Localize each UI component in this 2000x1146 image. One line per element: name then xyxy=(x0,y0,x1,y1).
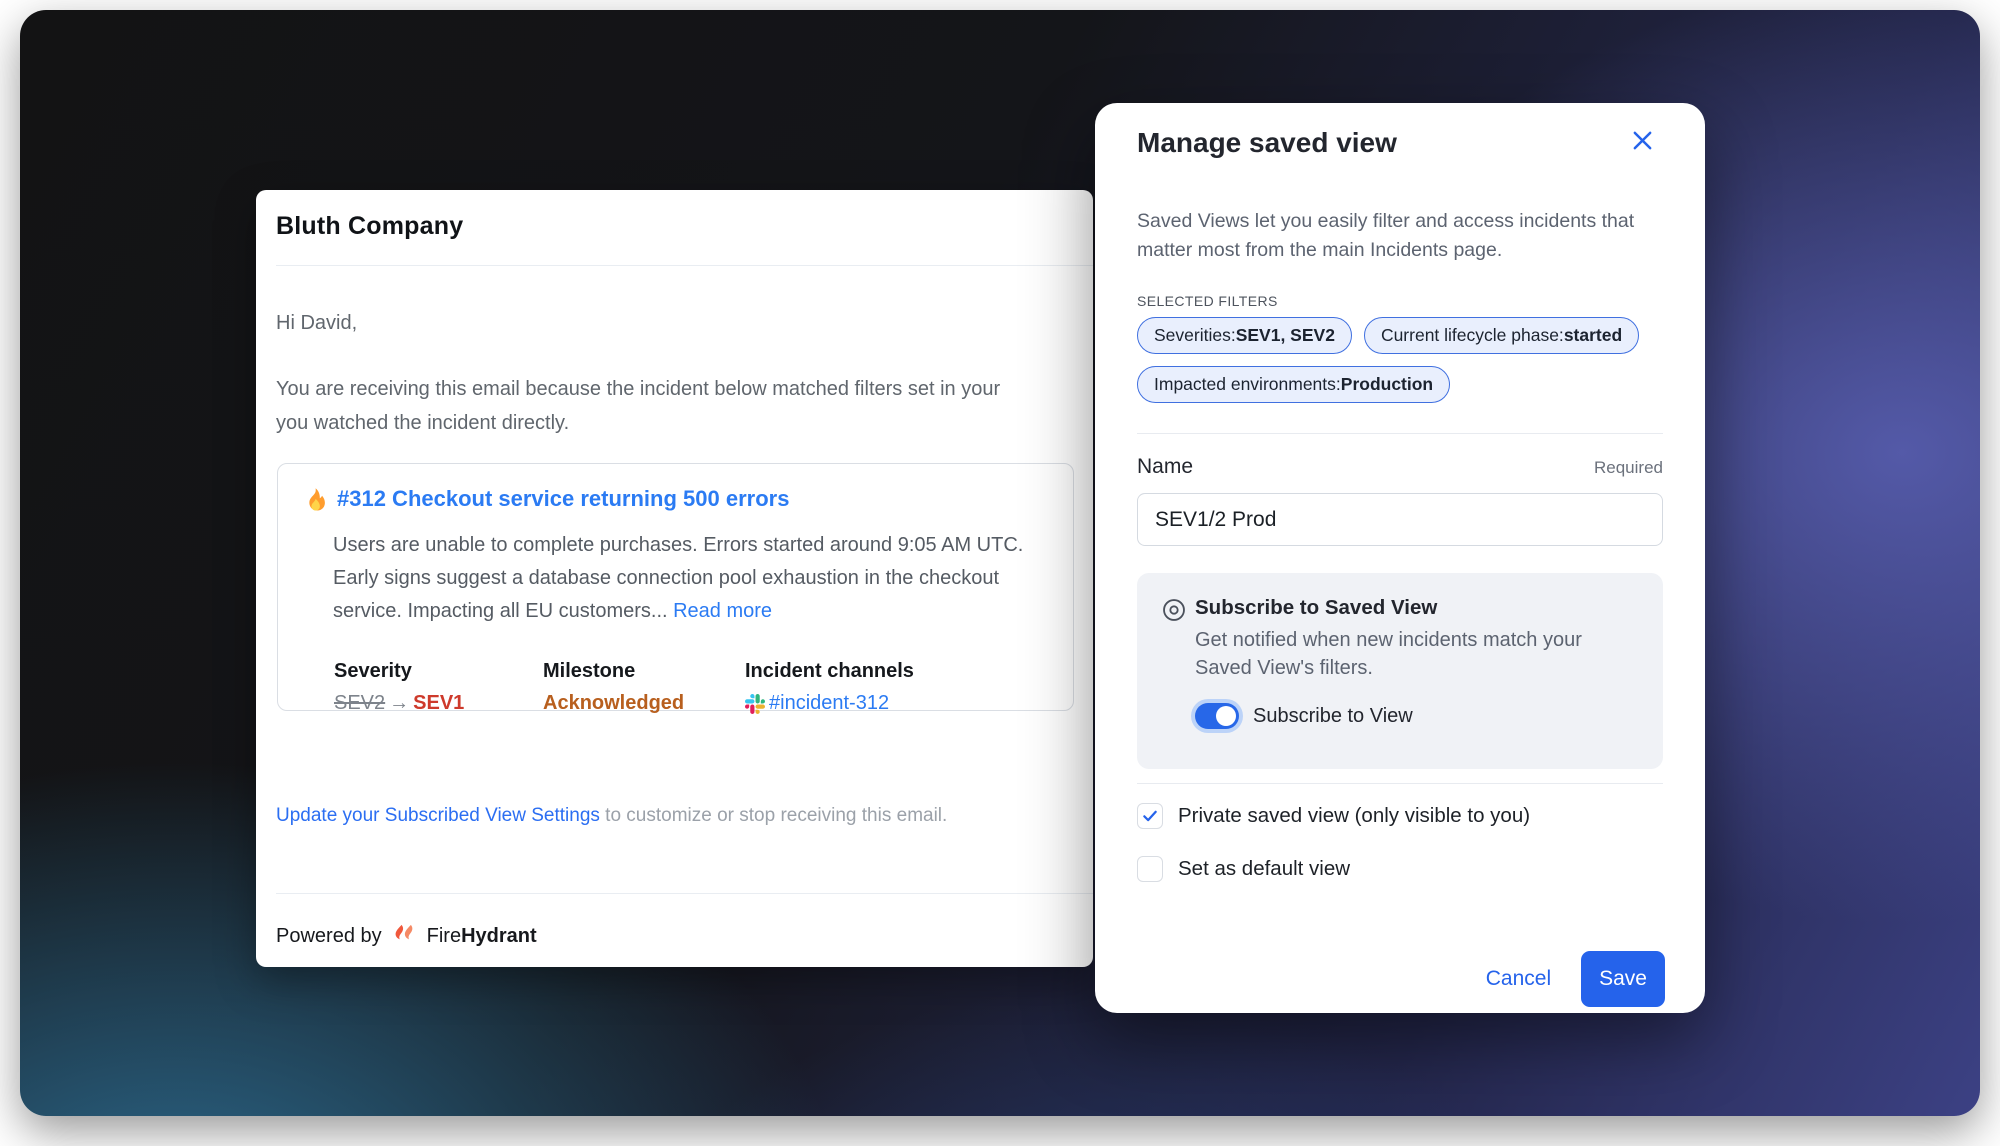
slack-icon xyxy=(745,694,765,714)
intro-text: You are receiving this email because the… xyxy=(276,372,1000,440)
selected-filters-list: Severities: SEV1, SEV2 Current lifecycle… xyxy=(1137,317,1672,403)
settings-note-text: Update your Subscribed View Settings to … xyxy=(276,805,947,827)
filter-pill-environments: Impacted environments: Production xyxy=(1137,366,1450,403)
filter-pill-label: Severities: xyxy=(1154,325,1236,346)
severity-old-value: SEV2 xyxy=(334,692,385,714)
modal-title: Manage saved view xyxy=(1137,127,1397,159)
modal-section-divider xyxy=(1137,783,1663,784)
severity-header: Severity xyxy=(334,660,543,683)
subscribe-title: Subscribe to Saved View xyxy=(1195,596,1437,620)
severity-arrow: → xyxy=(385,692,413,714)
x-icon xyxy=(1631,129,1654,152)
checkmark-icon xyxy=(1141,807,1159,825)
incident-description: Users are unable to complete purchases. … xyxy=(333,529,1033,628)
firehydrant-brand: FireHydrant xyxy=(427,925,537,948)
modal-section-divider xyxy=(1137,433,1663,434)
close-button[interactable] xyxy=(1627,125,1657,155)
powered-by-label: Powered by xyxy=(276,925,382,948)
filter-pill-severities: Severities: SEV1, SEV2 xyxy=(1137,317,1352,354)
milestone-header: Milestone xyxy=(543,660,745,683)
name-input[interactable] xyxy=(1137,493,1663,546)
email-header-divider xyxy=(276,265,1093,266)
powered-by-row: Powered by FireHydrant xyxy=(276,923,537,950)
private-view-checkbox[interactable] xyxy=(1137,803,1163,829)
greeting-text: Hi David, xyxy=(276,312,357,335)
selected-filters-label: SELECTED FILTERS xyxy=(1137,293,1278,309)
company-name: Bluth Company xyxy=(276,212,463,241)
flame-emoji-icon xyxy=(303,487,328,512)
severity-new-value: SEV1 xyxy=(413,692,464,714)
firehydrant-flame-icon xyxy=(391,923,418,950)
cancel-button[interactable]: Cancel xyxy=(1486,967,1551,991)
read-more-link[interactable]: Read more xyxy=(673,600,772,622)
required-label: Required xyxy=(1594,458,1663,478)
severity-column: Severity SEV2→SEV1 xyxy=(334,660,543,720)
incident-channel-link[interactable]: #incident-312 xyxy=(745,692,889,715)
subscribe-toggle-label: Subscribe to View xyxy=(1253,705,1413,728)
incident-card: #312 Checkout service returning 500 erro… xyxy=(277,463,1074,711)
default-view-label: Set as default view xyxy=(1178,857,1350,881)
save-button[interactable]: Save xyxy=(1581,951,1665,1007)
modal-description: Saved Views let you easily filter and ac… xyxy=(1137,207,1667,265)
filter-pill-value: started xyxy=(1564,325,1622,346)
incident-title-link[interactable]: #312 Checkout service returning 500 erro… xyxy=(337,486,789,512)
subscribe-toggle[interactable] xyxy=(1195,703,1239,729)
brand-fire: Fire xyxy=(427,925,461,947)
email-preview-card: Bluth Company Hi David, You are receivin… xyxy=(256,190,1093,967)
channel-name: #incident-312 xyxy=(769,692,889,715)
channels-header: Incident channels xyxy=(745,660,914,683)
private-view-label: Private saved view (only visible to you) xyxy=(1178,804,1530,828)
manage-saved-view-modal: Manage saved view Saved Views let you ea… xyxy=(1095,103,1705,1013)
intro-line-2: you watched the incident directly. xyxy=(276,406,1000,440)
subscribe-panel: Subscribe to Saved View Get notified whe… xyxy=(1137,573,1663,769)
email-footer-divider xyxy=(276,893,1093,894)
filter-pill-value: Production xyxy=(1341,374,1433,395)
eye-icon xyxy=(1161,597,1187,623)
name-label: Name xyxy=(1137,455,1193,479)
channels-column: Incident channels #incident-312 xyxy=(745,660,914,720)
brand-hydrant: Hydrant xyxy=(461,925,537,947)
subscribe-description: Get notified when new incidents match yo… xyxy=(1195,626,1605,682)
milestone-value: Acknowledged xyxy=(543,692,745,715)
settings-note-rest: to customize or stop receiving this emai… xyxy=(600,805,947,826)
intro-line-1: You are receiving this email because the… xyxy=(276,372,1000,406)
subscribed-settings-link[interactable]: Update your Subscribed View Settings xyxy=(276,805,600,826)
filter-pill-lifecycle: Current lifecycle phase: started xyxy=(1364,317,1639,354)
filter-pill-label: Current lifecycle phase: xyxy=(1381,325,1564,346)
toggle-knob xyxy=(1216,706,1236,726)
default-view-checkbox[interactable] xyxy=(1137,856,1163,882)
filter-pill-label: Impacted environments: xyxy=(1154,374,1341,395)
filter-pill-value: SEV1, SEV2 xyxy=(1236,325,1335,346)
page-background: Bluth Company Hi David, You are receivin… xyxy=(0,0,2000,1146)
milestone-column: Milestone Acknowledged xyxy=(543,660,745,720)
